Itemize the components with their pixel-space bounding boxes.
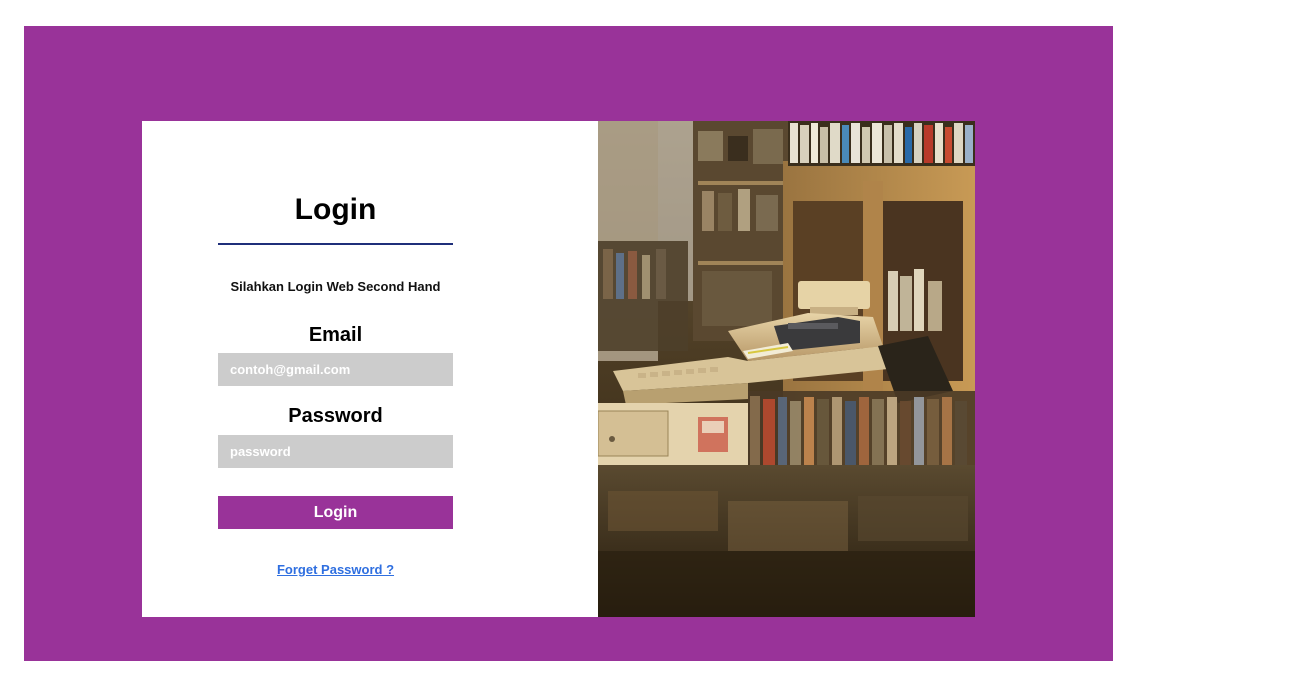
email-label: Email [308, 324, 363, 346]
password-label: Password [288, 405, 383, 427]
password-field[interactable] [218, 435, 453, 468]
login-card: Login Silahkan Login Web Second Hand Ema… [142, 121, 975, 617]
login-title: Login [294, 193, 377, 226]
bookstore-photo-illustration [598, 121, 975, 617]
login-form-panel: Login Silahkan Login Web Second Hand Ema… [142, 121, 598, 617]
email-field[interactable] [218, 353, 453, 386]
login-subtitle: Silahkan Login Web Second Hand [230, 279, 441, 294]
login-button[interactable]: Login [218, 496, 453, 529]
title-underline [218, 243, 453, 245]
forget-password-link[interactable]: Forget Password ? [218, 562, 453, 577]
bookstore-photo [598, 121, 975, 617]
page: Login Silahkan Login Web Second Hand Ema… [0, 0, 1310, 678]
